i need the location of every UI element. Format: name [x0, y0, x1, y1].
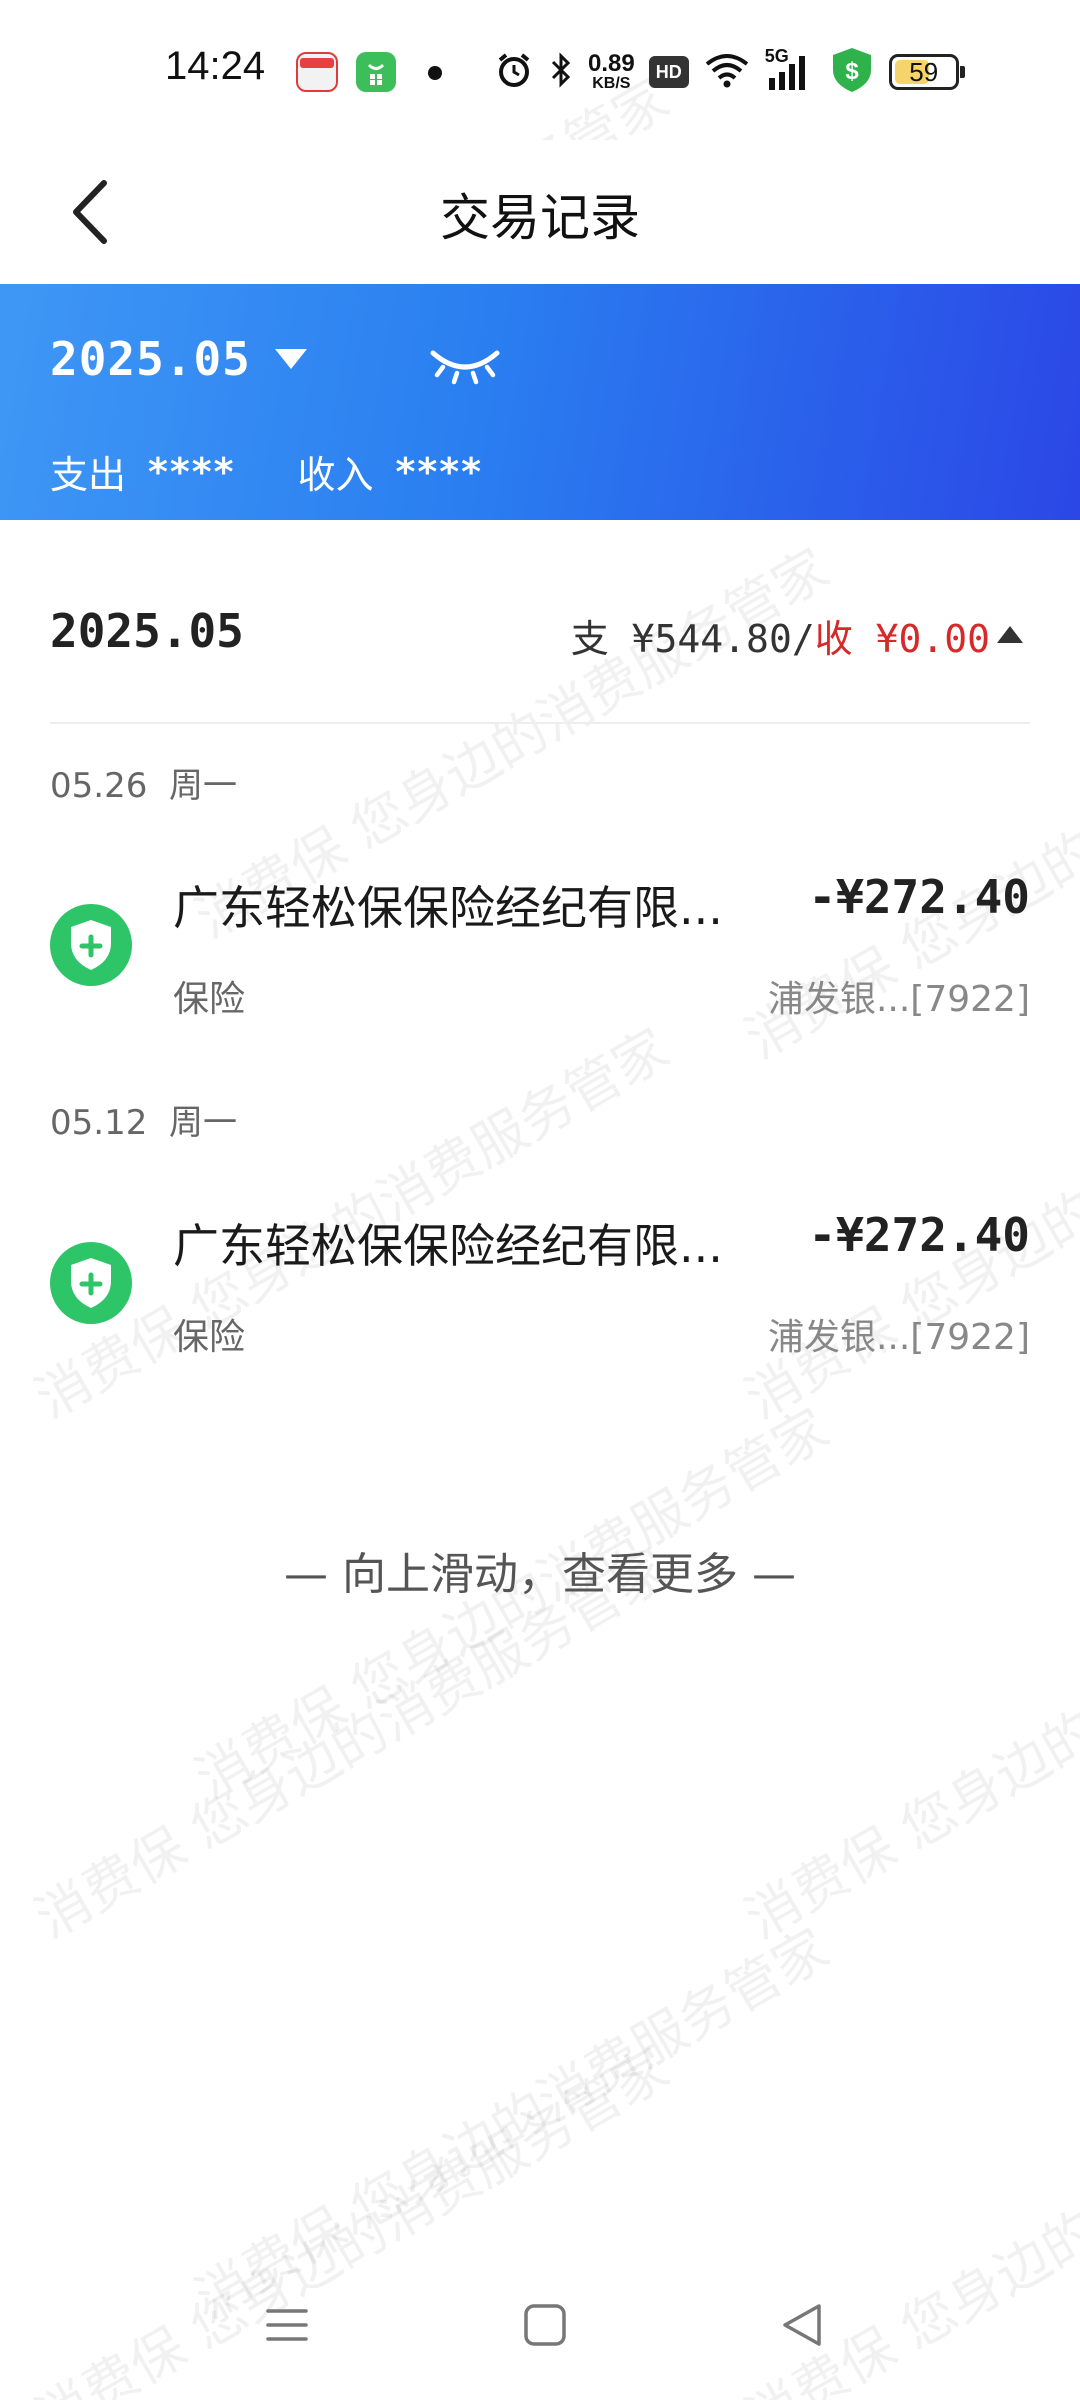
divider	[50, 722, 1030, 724]
day-header: 05.12 周一	[50, 1103, 237, 1143]
transaction-amount: -¥272.40	[808, 870, 1030, 924]
bluetooth-icon	[548, 50, 574, 94]
transaction-category: 保险	[173, 1317, 246, 1358]
eye-closed-icon	[430, 350, 500, 385]
month-picker[interactable]: 2025.05	[50, 332, 309, 386]
caret-down-icon	[274, 349, 307, 369]
income-prefix: 收	[814, 617, 876, 661]
battery-level: 59	[909, 56, 939, 87]
app-header: 交易记录	[0, 140, 1080, 284]
security-shield-icon: $	[829, 46, 875, 98]
news-app-icon	[296, 52, 338, 92]
signal-5g-icon: 5G	[765, 46, 815, 94]
status-icons: 0.89 KB/S HD 5G $ 59	[494, 44, 965, 100]
network-speed: 0.89 KB/S	[588, 50, 635, 92]
income-total: ¥0.00	[875, 617, 990, 661]
notification-dot-icon	[428, 66, 442, 80]
expense-label: 支出	[50, 453, 127, 497]
total-separator: /	[791, 617, 815, 661]
battery-icon: 59	[888, 54, 965, 90]
collapse-toggle[interactable]	[990, 614, 1030, 654]
expense-value: ****	[148, 449, 236, 494]
status-time: 14:24	[165, 44, 266, 88]
summary-line: 支出 **** 收入 ****	[50, 444, 483, 499]
caret-up-icon	[997, 626, 1023, 643]
shopping-app-icon	[356, 52, 396, 92]
merchant-name: 广东轻松保保险经纪有限...	[173, 881, 723, 935]
wifi-icon	[703, 50, 751, 94]
payment-account: 浦发银...[7922]	[767, 1317, 1030, 1358]
expense-total: ¥544.80	[631, 617, 792, 661]
alarm-icon	[494, 50, 534, 94]
selected-month: 2025.05	[50, 332, 251, 386]
payment-account: 浦发银...[7922]	[767, 979, 1030, 1020]
svg-text:$: $	[845, 58, 859, 85]
transaction-item[interactable]: 广东轻松保保险经纪有限... -¥272.40 保险 浦发银...[7922]	[0, 852, 1080, 1042]
month-totals: 支 ¥544.80/收 ¥0.00	[571, 608, 990, 663]
income-value: ****	[395, 449, 484, 494]
summary-banner: 2025.05 支出 **** 收入 ****	[0, 284, 1080, 520]
back-nav-button[interactable]	[762, 2290, 842, 2360]
home-square-icon	[524, 2304, 566, 2346]
day-header: 05.26 周一	[50, 766, 237, 806]
load-more-hint: — 向上滑动，查看更多 —	[284, 1549, 796, 1600]
page-title: 交易记录	[440, 189, 640, 247]
transaction-category: 保险	[173, 979, 246, 1020]
insurance-shield-icon	[50, 904, 132, 986]
system-nav-bar	[0, 2270, 1080, 2380]
menu-icon	[266, 2309, 308, 2341]
income-label: 收入	[297, 453, 374, 497]
status-bar: 14:24 0.89 KB/S HD 5G $ 59	[0, 0, 1080, 140]
insurance-shield-icon	[50, 1242, 132, 1324]
merchant-name: 广东轻松保保险经纪有限...	[173, 1219, 723, 1273]
month-label: 2025.05	[50, 604, 244, 658]
hd-icon: HD	[648, 56, 689, 88]
home-button[interactable]	[505, 2290, 585, 2360]
visibility-toggle[interactable]	[425, 339, 505, 389]
transaction-item[interactable]: 广东轻松保保险经纪有限... -¥272.40 保险 浦发银...[7922]	[0, 1190, 1080, 1380]
menu-button[interactable]	[247, 2290, 327, 2360]
transaction-amount: -¥272.40	[808, 1208, 1030, 1262]
back-triangle-icon	[783, 2304, 821, 2346]
month-summary-row[interactable]: 2025.05 支 ¥544.80/收 ¥0.00	[50, 584, 1030, 684]
expense-prefix: 支	[570, 617, 632, 661]
